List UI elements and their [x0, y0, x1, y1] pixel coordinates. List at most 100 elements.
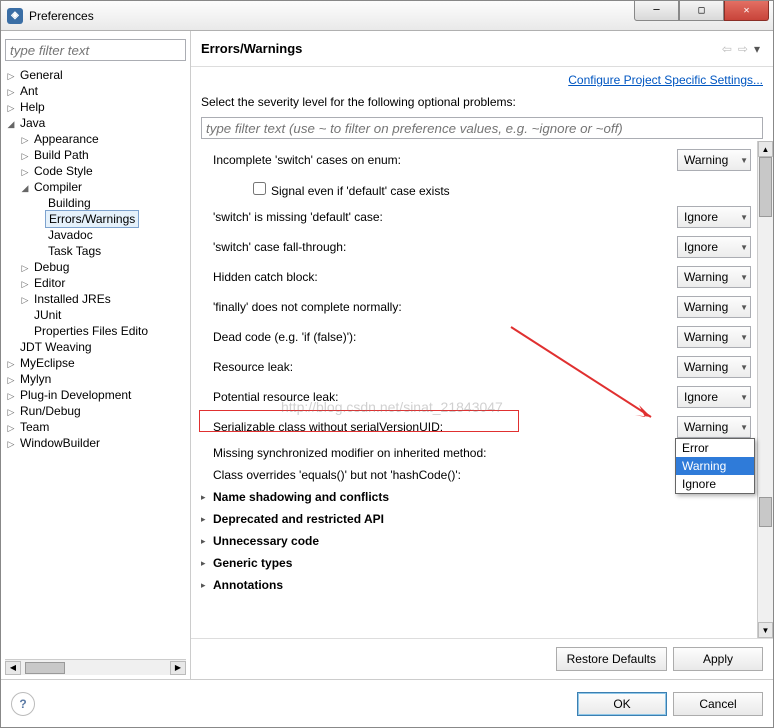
section-header[interactable]: ▸Deprecated and restricted API	[201, 508, 751, 530]
section-header[interactable]: ▸Generic types	[201, 552, 751, 574]
sidebar-horizontal-scrollbar[interactable]: ◀ ▶	[5, 659, 186, 675]
tree-twisty-icon[interactable]: ▷	[5, 423, 17, 434]
tree-item-label[interactable]: Help	[17, 99, 48, 115]
severity-combo[interactable]: Warning▼ErrorWarningIgnore	[677, 416, 751, 438]
scroll-thumb[interactable]	[25, 662, 65, 674]
severity-combo[interactable]: Warning▼	[677, 266, 751, 288]
tree-twisty-icon[interactable]: ▷	[19, 167, 31, 178]
tree-twisty-icon[interactable]: ▷	[5, 87, 17, 98]
apply-button[interactable]: Apply	[673, 647, 763, 671]
severity-dropdown[interactable]: ErrorWarningIgnore	[675, 438, 755, 494]
section-header[interactable]: ▸Name shadowing and conflicts	[201, 486, 751, 508]
tree-item[interactable]: Javadoc	[5, 227, 186, 243]
tree-item[interactable]: ▷Appearance	[5, 131, 186, 147]
tree-twisty-icon[interactable]: ▷	[5, 407, 17, 418]
tree-twisty-icon[interactable]: ▷	[19, 263, 31, 274]
tree-twisty-icon[interactable]: ◢	[5, 119, 17, 130]
tree-twisty-icon[interactable]: ▷	[5, 375, 17, 386]
tree-item-label[interactable]: Ant	[17, 83, 41, 99]
tree-item-label[interactable]: Installed JREs	[31, 291, 114, 307]
tree-item-label[interactable]: Mylyn	[17, 371, 54, 387]
scroll-right-icon[interactable]: ▶	[170, 661, 186, 675]
settings-filter-input[interactable]	[201, 117, 763, 139]
section-twisty-icon[interactable]: ▸	[201, 558, 211, 569]
scroll-thumb-top[interactable]	[759, 157, 772, 217]
tree-twisty-icon[interactable]: ▷	[5, 391, 17, 402]
dropdown-option[interactable]: Ignore	[676, 475, 754, 493]
tree-item[interactable]: ▷MyEclipse	[5, 355, 186, 371]
scroll-up-icon[interactable]: ▲	[758, 141, 773, 157]
dropdown-option[interactable]: Error	[676, 439, 754, 457]
section-header[interactable]: ▸Unnecessary code	[201, 530, 751, 552]
tree-item[interactable]: ▷Ant	[5, 83, 186, 99]
tree-item[interactable]: JUnit	[5, 307, 186, 323]
tree-item[interactable]: ▷Installed JREs	[5, 291, 186, 307]
tree-twisty-icon[interactable]: ▷	[19, 151, 31, 162]
tree-item-label[interactable]: Building	[45, 195, 94, 211]
scroll-thumb-bottom[interactable]	[759, 497, 772, 527]
tree-item[interactable]: Building	[5, 195, 186, 211]
tree-twisty-icon[interactable]: ▷	[19, 295, 31, 306]
tree-item-label[interactable]: Java	[17, 115, 48, 131]
tree-item-label[interactable]: JDT Weaving	[17, 339, 95, 355]
tree-twisty-icon[interactable]: ▷	[5, 71, 17, 82]
tree-twisty-icon[interactable]: ▷	[5, 103, 17, 114]
tree-item[interactable]: ◢Java	[5, 115, 186, 131]
tree-item[interactable]: ▷Build Path	[5, 147, 186, 163]
tree-twisty-icon[interactable]: ▷	[5, 359, 17, 370]
severity-combo[interactable]: Ignore▼	[677, 236, 751, 258]
severity-combo[interactable]: Warning▼	[677, 296, 751, 318]
tree-item[interactable]: Errors/Warnings	[5, 211, 186, 227]
tree-item[interactable]: ▷WindowBuilder	[5, 435, 186, 451]
tree-item[interactable]: ◢Compiler	[5, 179, 186, 195]
tree-item-label[interactable]: Run/Debug	[17, 403, 84, 419]
preference-tree[interactable]: ▷General▷Ant▷Help◢Java▷Appearance▷Build …	[5, 67, 186, 659]
tree-item-label[interactable]: Appearance	[31, 131, 102, 147]
severity-combo[interactable]: Warning▼	[677, 149, 751, 171]
tree-item[interactable]: ▷Team	[5, 419, 186, 435]
tree-item[interactable]: ▷Mylyn	[5, 371, 186, 387]
tree-item-label[interactable]: Debug	[31, 259, 72, 275]
tree-item-label[interactable]: Compiler	[31, 179, 85, 195]
severity-combo[interactable]: Ignore▼	[677, 386, 751, 408]
tree-item[interactable]: ▷Code Style	[5, 163, 186, 179]
tree-item[interactable]: ▷Plug-in Development	[5, 387, 186, 403]
tree-item[interactable]: Properties Files Edito	[5, 323, 186, 339]
section-twisty-icon[interactable]: ▸	[201, 492, 211, 503]
tree-twisty-icon[interactable]: ◢	[19, 183, 31, 194]
severity-combo[interactable]: Warning▼	[677, 356, 751, 378]
dropdown-option[interactable]: Warning	[676, 457, 754, 475]
restore-defaults-button[interactable]: Restore Defaults	[556, 647, 667, 671]
tree-item[interactable]: ▷General	[5, 67, 186, 83]
tree-twisty-icon[interactable]: ▷	[19, 279, 31, 290]
minimize-button[interactable]: ─	[634, 1, 679, 21]
tree-item-label[interactable]: Team	[17, 419, 52, 435]
section-twisty-icon[interactable]: ▸	[201, 514, 211, 525]
tree-item-label[interactable]: WindowBuilder	[17, 435, 103, 451]
section-twisty-icon[interactable]: ▸	[201, 580, 211, 591]
tree-item-label[interactable]: JUnit	[31, 307, 64, 323]
section-header[interactable]: ▸Annotations	[201, 574, 751, 596]
scroll-left-icon[interactable]: ◀	[5, 661, 21, 675]
tree-item-label[interactable]: Task Tags	[45, 243, 104, 259]
tree-item-label[interactable]: Plug-in Development	[17, 387, 134, 403]
tree-item-label[interactable]: Code Style	[31, 163, 96, 179]
tree-item[interactable]: Task Tags	[5, 243, 186, 259]
settings-vertical-scrollbar[interactable]: ▲ ▼	[757, 141, 773, 638]
section-twisty-icon[interactable]: ▸	[201, 536, 211, 547]
maximize-button[interactable]: □	[679, 1, 724, 21]
tree-item[interactable]: ▷Debug	[5, 259, 186, 275]
forward-icon[interactable]: ⇨	[738, 42, 748, 56]
tree-item-label[interactable]: Javadoc	[45, 227, 96, 243]
tree-item-label[interactable]: Build Path	[31, 147, 92, 163]
back-icon[interactable]: ⇦	[722, 42, 732, 56]
tree-item-label[interactable]: Properties Files Edito	[31, 323, 151, 339]
tree-twisty-icon[interactable]: ▷	[19, 135, 31, 146]
configure-project-link[interactable]: Configure Project Specific Settings...	[568, 73, 763, 87]
tree-item[interactable]: ▷Editor	[5, 275, 186, 291]
scroll-down-icon[interactable]: ▼	[758, 622, 773, 638]
tree-item-label[interactable]: Errors/Warnings	[45, 210, 139, 228]
menu-caret-icon[interactable]: ▾	[754, 42, 760, 56]
help-button[interactable]: ?	[11, 692, 35, 716]
tree-item-label[interactable]: Editor	[31, 275, 68, 291]
